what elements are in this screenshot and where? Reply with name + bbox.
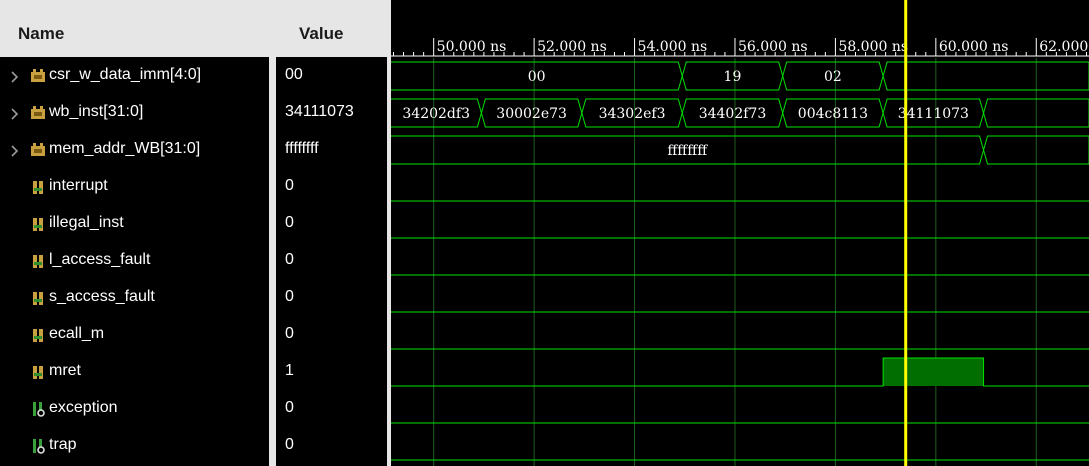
chevron-right-icon[interactable] (9, 144, 21, 158)
signal-name: mem_addr_WB[31:0] (49, 140, 201, 157)
waveform-view[interactable]: 50.000 ns 52.000 ns 54.000 ns 56.000 ns 58.0… (391, 0, 1089, 466)
signal-value: 1 (285, 362, 294, 379)
ruler-tick-label: 52.000 ns (537, 39, 607, 55)
wire-icon (30, 216, 46, 232)
bus-segment (882, 61, 1089, 91)
bus-value-label: 19 (724, 69, 742, 85)
wire-icon (30, 290, 46, 306)
value-header-label: Value (299, 24, 344, 43)
output-icon (30, 401, 46, 417)
bus-value-label: 004c8113 (798, 106, 868, 122)
signal-name: interrupt (49, 177, 108, 194)
signal-row[interactable]: trap 0 (0, 428, 387, 465)
wire-icon (30, 327, 46, 343)
signal-value: 0 (285, 288, 294, 305)
bus-icon (30, 142, 46, 158)
signal-name: trap (49, 436, 77, 453)
signal-row[interactable]: exception 0 (0, 391, 387, 428)
signal-value: 34111073 (285, 103, 354, 120)
signal-row[interactable]: interrupt 0 (0, 169, 387, 206)
wire-icon (30, 364, 46, 380)
signal-name: l_access_fault (49, 251, 151, 268)
bus-value-label: 00 (528, 69, 546, 85)
ruler-tick-label: 54.000 ns (638, 39, 708, 55)
chevron-right-icon[interactable] (9, 70, 21, 84)
bus-value-label: 34402f73 (699, 106, 767, 122)
signal-row[interactable]: s_access_fault 0 (0, 280, 387, 317)
ruler-tick-label: 56.000 ns (738, 39, 808, 55)
signal-name: csr_w_data_imm[4:0] (49, 66, 202, 83)
signal-value: 0 (285, 325, 294, 342)
high-level-fill (883, 358, 984, 386)
wire-icon (30, 179, 46, 195)
signal-row[interactable]: mret 1 (0, 354, 387, 391)
name-column-header[interactable]: Name (0, 0, 269, 57)
ruler-tick-label: 50.000 ns (437, 39, 507, 55)
ruler-tick-label: 58.000 ns (838, 39, 908, 55)
bus-value-label: 02 (824, 69, 842, 85)
signal-row[interactable]: ecall_m 0 (0, 317, 387, 354)
signal-name: exception (49, 399, 118, 416)
chevron-right-icon[interactable] (9, 107, 21, 121)
signal-value: 0 (285, 214, 294, 231)
signal-row[interactable]: l_access_fault 0 (0, 243, 387, 280)
bus-value-label: 30002e73 (496, 106, 567, 122)
signal-value: 0 (285, 251, 294, 268)
ruler-tick-label: 60.000 ns (939, 39, 1009, 55)
signal-value: ffffffff (285, 140, 319, 157)
output-icon (30, 438, 46, 454)
signal-name: wb_inst[31:0] (49, 103, 144, 120)
bus-value-label: ffffffff (667, 143, 708, 159)
signal-name: mret (49, 362, 81, 379)
bus-icon (30, 68, 46, 84)
signal-value: 0 (285, 399, 294, 416)
signal-row[interactable]: wb_inst[31:0] 34111073 (0, 95, 387, 132)
signal-value: 00 (285, 66, 303, 83)
signal-name: s_access_fault (49, 288, 155, 305)
signal-name: illegal_inst (49, 214, 124, 231)
bus-value-label: 34202df3 (402, 106, 470, 122)
name-header-label: Name (18, 24, 65, 43)
signal-row[interactable]: mem_addr_WB[31:0] ffffffff (0, 132, 387, 169)
signal-value: 0 (285, 436, 294, 453)
bus-value-label: 34111073 (898, 106, 969, 122)
wire-icon (30, 253, 46, 269)
signal-row[interactable]: illegal_inst 0 (0, 206, 387, 243)
signal-name: ecall_m (49, 325, 105, 342)
signal-value: 0 (285, 177, 294, 194)
signal-row[interactable]: csr_w_data_imm[4:0] 00 (0, 58, 387, 95)
bus-icon (30, 105, 46, 121)
bus-value-label: 34302ef3 (599, 106, 666, 122)
bit-waveform (391, 357, 1089, 387)
ruler-tick-label: 62.000 ns (1039, 39, 1089, 55)
value-column-header[interactable]: Value (276, 0, 387, 57)
